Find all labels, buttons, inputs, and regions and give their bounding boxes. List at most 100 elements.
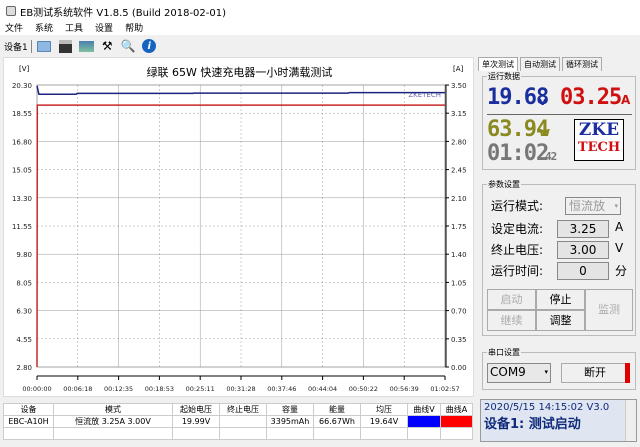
- col-header: 设备: [3, 403, 54, 416]
- zketech-logo: ZKE TECH: [574, 119, 624, 161]
- y-tick-right: 0.70: [451, 308, 467, 316]
- stop-button[interactable]: 停止: [536, 289, 585, 310]
- menu-help[interactable]: 帮助: [125, 21, 143, 35]
- status-timestamp: 2020/5/15 14:15:02 V3.0: [484, 402, 610, 413]
- run-data-group: 运行数据 19.68 v 03.25 A 63.94 w 01:02 42 ZK…: [482, 71, 636, 170]
- save-icon[interactable]: [57, 38, 74, 55]
- col-header: 曲线A: [440, 403, 473, 416]
- y-tick-right: 1.75: [451, 223, 467, 231]
- x-tick: 00:12:35: [104, 385, 133, 393]
- current-label: 设定电流:: [491, 222, 544, 236]
- window-title: EB测试系统软件 V1.8.5 (Build 2018-02-01): [20, 7, 227, 19]
- com-port-select[interactable]: COM9 ▾: [487, 363, 551, 383]
- menu-bar: 文件 系统 工具 设置 帮助: [0, 21, 640, 35]
- time-input[interactable]: 0: [557, 262, 609, 280]
- params-label: 参数设置: [487, 179, 521, 190]
- connection-status-indicator: [625, 363, 630, 383]
- run-data-label: 运行数据: [487, 71, 521, 82]
- col-header: 曲线V: [407, 403, 441, 416]
- tab-cycle-test[interactable]: 循环测试: [562, 57, 602, 71]
- y-tick-right: 3.15: [451, 110, 467, 118]
- table-row[interactable]: EBC-A10H 恒流放 3.25A 3.00V 19.99V 3395mAh …: [3, 415, 473, 428]
- y-tick-right: 0.35: [451, 336, 467, 344]
- continue-button[interactable]: 继续: [487, 310, 536, 331]
- y-tick-left: 18.55: [12, 110, 32, 118]
- y-tick-left: 11.55: [12, 223, 32, 231]
- menu-settings[interactable]: 设置: [95, 21, 113, 35]
- col-header: 容量: [266, 403, 314, 416]
- cell-avg-voltage: 19.64V: [360, 415, 408, 428]
- y-tick-left: 8.05: [16, 279, 32, 287]
- y-tick-left: 13.30: [12, 195, 32, 203]
- y-tick-left: 2.80: [16, 364, 32, 372]
- tab-single-test[interactable]: 单次测试: [478, 57, 518, 71]
- series-line-current: [36, 104, 445, 368]
- monitor-button[interactable]: 监测: [585, 289, 633, 331]
- disconnect-button[interactable]: 断开: [561, 363, 629, 383]
- y-tick-left: 6.30: [16, 308, 32, 316]
- cell-curve-a-color[interactable]: [440, 415, 473, 428]
- x-tick: 00:31:28: [226, 385, 255, 393]
- y-tick-left: 15.05: [12, 167, 32, 175]
- voltage-input[interactable]: 3.00: [557, 241, 609, 259]
- menu-tools[interactable]: 工具: [65, 21, 83, 35]
- mode-label: 运行模式:: [491, 199, 544, 213]
- y-tick-right: 2.80: [451, 138, 467, 146]
- y-tick-right: 1.05: [451, 279, 467, 287]
- y-label-left: [V]: [19, 65, 30, 73]
- search-icon[interactable]: 🔍: [120, 38, 137, 55]
- x-tick: 00:18:53: [145, 385, 174, 393]
- title-bar: EB测试系统软件 V1.8.5 (Build 2018-02-01): [0, 0, 640, 22]
- cell-device: EBC-A10H: [3, 415, 54, 428]
- start-button[interactable]: 启动: [487, 289, 536, 310]
- status-scrollbar[interactable]: [625, 400, 636, 441]
- cell-mode: 恒流放 3.25A 3.00V: [53, 415, 173, 428]
- voltage-unit-label: V: [615, 241, 624, 255]
- status-log: 2020/5/15 14:15:02 V3.0 设备1: 测试启动: [480, 399, 637, 442]
- table-row-empty: [3, 427, 473, 440]
- y-tick-right: 2.45: [451, 167, 467, 175]
- tools-icon[interactable]: ⚒: [99, 38, 116, 55]
- y-tick-right: 3.50: [451, 82, 467, 90]
- device-label[interactable]: 设备1: [4, 39, 32, 53]
- chart-svg: 20.30 3.50 18.55 3.15 16.80 2.80 15.05 2.45 13.3…: [12, 65, 467, 393]
- cell-start-voltage: 19.99V: [172, 415, 220, 428]
- app-icon: [6, 6, 16, 16]
- col-header: 起始电压: [172, 403, 220, 416]
- col-header: 均压: [360, 403, 408, 416]
- tab-auto-test[interactable]: 自动测试: [520, 57, 560, 71]
- y-tick-left: 9.80: [16, 251, 32, 259]
- x-tick: 00:00:00: [22, 385, 51, 393]
- y-tick-left: 4.55: [16, 336, 32, 344]
- serial-group: 串口设置 COM9 ▾ 断开: [482, 347, 636, 390]
- adjust-button[interactable]: 调整: [536, 310, 585, 331]
- y-tick-right: 2.10: [451, 195, 467, 203]
- voltage-label: 终止电压:: [491, 243, 544, 257]
- col-header: 能量: [313, 403, 361, 416]
- time-unit-label: 分: [615, 264, 628, 278]
- folder-icon[interactable]: [36, 38, 53, 55]
- voltage-unit: v: [539, 95, 547, 108]
- x-tick: 01:02:57: [430, 385, 459, 393]
- mode-select[interactable]: 恒流放 ▾: [565, 197, 621, 215]
- y-label-right: [A]: [453, 65, 464, 73]
- cell-curve-v-color[interactable]: [407, 415, 441, 428]
- toolbar: 设备1 ⚒ 🔍 i: [0, 36, 640, 56]
- menu-system[interactable]: 系统: [35, 21, 53, 35]
- time-display: 01:02: [487, 141, 549, 166]
- current-display: 03.25: [560, 85, 622, 110]
- y-tick-right: 1.40: [451, 251, 467, 259]
- params-group: 参数设置 运行模式: 恒流放 ▾ 设定电流: 3.25 A 终止电压: 3.00 …: [482, 179, 636, 336]
- cell-energy: 66.67Wh: [313, 415, 361, 428]
- current-input[interactable]: 3.25: [557, 220, 609, 238]
- menu-file[interactable]: 文件: [5, 21, 23, 35]
- cell-capacity: 3395mAh: [266, 415, 314, 428]
- chevron-down-icon: ▾: [544, 368, 548, 376]
- power-unit: w: [539, 125, 551, 139]
- info-icon[interactable]: i: [141, 38, 158, 55]
- image-icon[interactable]: [78, 38, 95, 55]
- x-tick: 00:44:04: [308, 385, 337, 393]
- current-unit: A: [621, 93, 631, 107]
- serial-label: 串口设置: [487, 347, 521, 358]
- x-tick: 00:06:18: [63, 385, 92, 393]
